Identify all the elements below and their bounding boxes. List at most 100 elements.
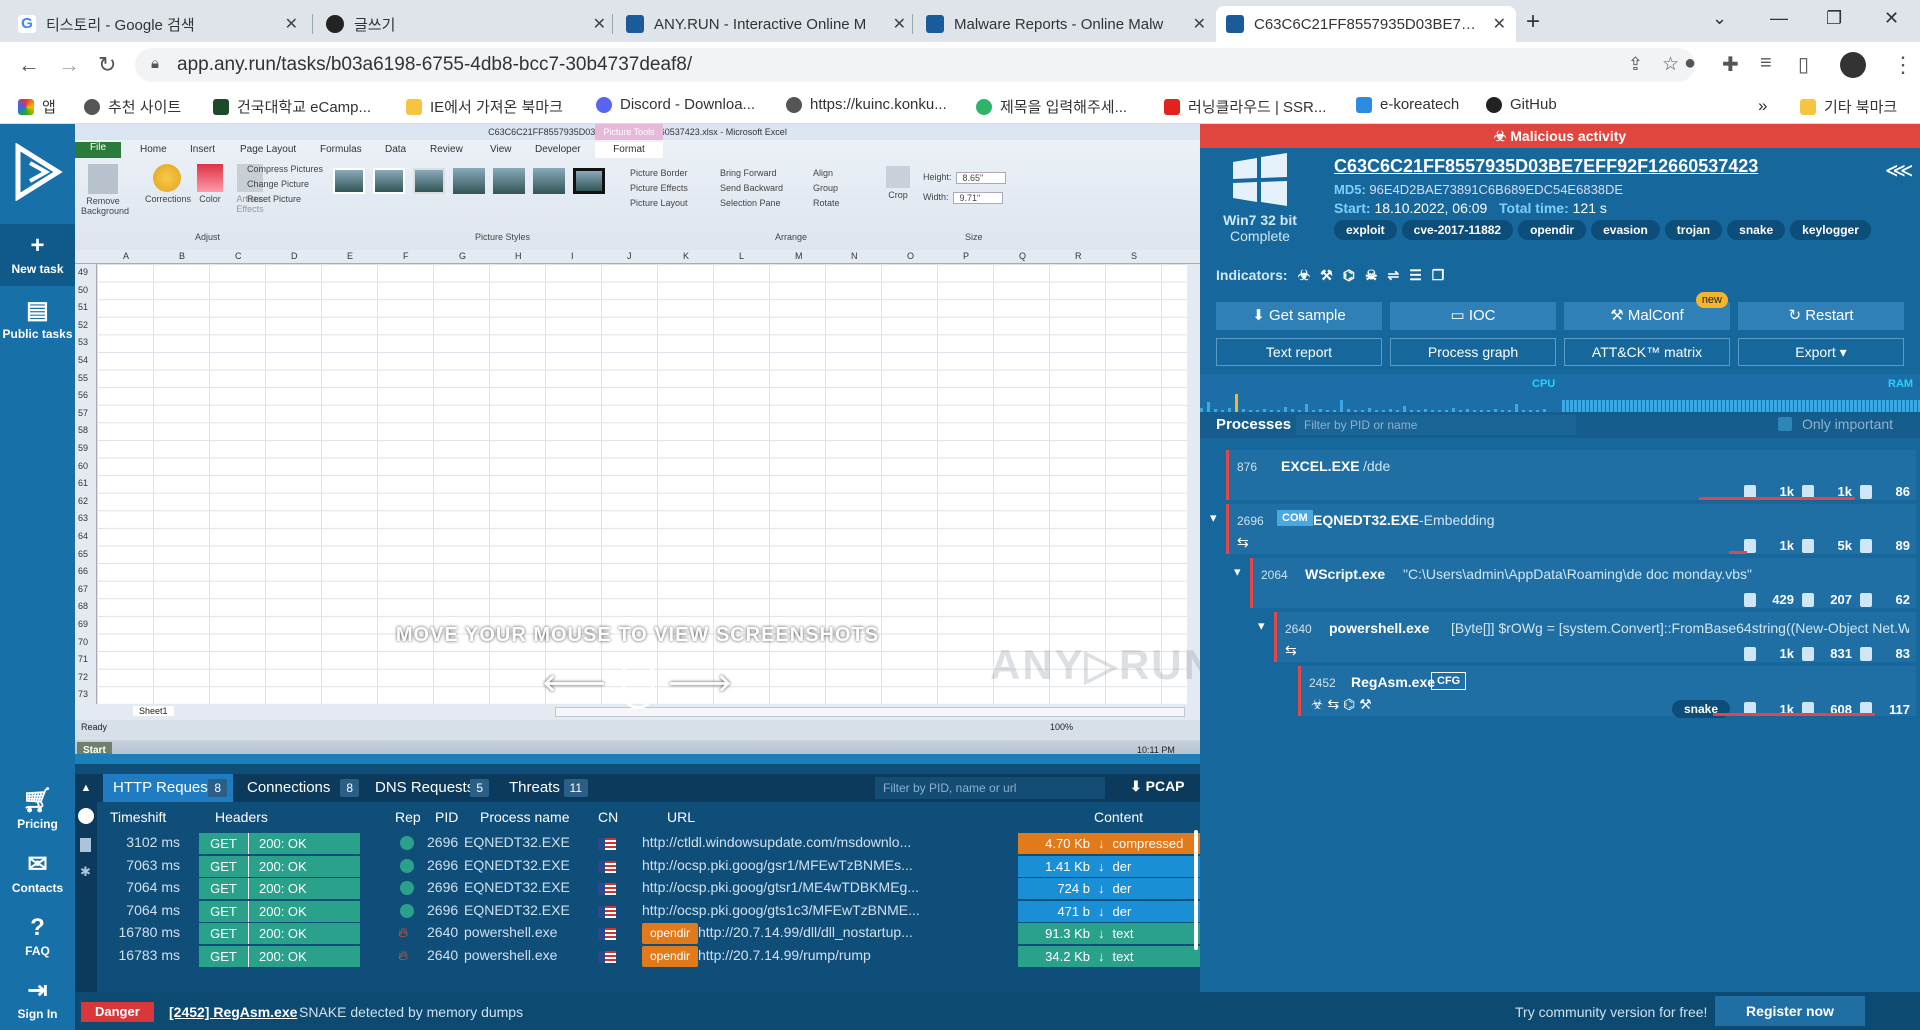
export-button[interactable]: Export ▾ <box>1738 338 1904 366</box>
column-header[interactable]: C <box>235 251 242 261</box>
row-header[interactable]: 53 <box>78 337 88 347</box>
url-input[interactable]: 🔒︎ app.any.run/tasks/b03a6198-6755-4db8-… <box>135 48 1695 82</box>
biohazard-icon[interactable]: ☣ <box>1298 267 1311 284</box>
tab-threats[interactable]: Threats 11 <box>499 774 594 802</box>
share-icon[interactable]: ⇪ <box>1628 54 1643 75</box>
request-url[interactable]: http://20.7.14.99/rump/rump <box>698 947 1005 963</box>
row-header[interactable]: 68 <box>78 601 88 611</box>
restart-button[interactable]: ↻ Restart <box>1738 302 1904 330</box>
browser-tab-anyrun[interactable]: ANY.RUN - Interactive Online M ✕ <box>616 6 916 42</box>
bookmark-item[interactable]: 제목을 입력해주세... <box>976 96 1127 117</box>
bookmark-item[interactable]: 러닝클라우드 | SSR... <box>1164 96 1326 117</box>
menu-data[interactable]: Data <box>385 144 406 155</box>
column-header[interactable]: G <box>459 251 466 261</box>
danger-process-link[interactable]: [2452] RegAsm.exe <box>169 1004 297 1020</box>
row-header[interactable]: 57 <box>78 408 88 418</box>
tag-exploit[interactable]: exploit <box>1334 220 1397 240</box>
column-header[interactable]: F <box>403 251 409 261</box>
column-header[interactable]: P <box>963 251 969 261</box>
remove-background-button[interactable]: Remove Background <box>81 164 129 216</box>
column-header[interactable]: B <box>179 251 185 261</box>
process-filter-input[interactable]: Filter by PID or name <box>1296 415 1576 435</box>
collapse-icon[interactable]: ▲ <box>75 774 97 802</box>
picture-border-button[interactable]: Picture Border <box>630 168 710 178</box>
height-field[interactable]: Height: 8.65" <box>923 172 1063 184</box>
column-header[interactable]: Q <box>1019 251 1026 261</box>
menu-format[interactable]: Format <box>595 142 663 158</box>
request-url[interactable]: http://20.7.14.99/dll/dll_nostartup... <box>698 924 1005 940</box>
back-icon[interactable]: ← <box>18 52 40 78</box>
media-icon[interactable]: ≡ <box>1760 52 1772 75</box>
picture-layout-button[interactable]: Picture Layout <box>630 198 710 208</box>
tree-toggle-icon[interactable]: ▾ <box>1234 564 1241 580</box>
column-header[interactable]: L <box>739 251 744 261</box>
color-button[interactable]: Color <box>193 164 227 204</box>
reload-icon[interactable]: ↻ <box>98 52 116 78</box>
ioc-button[interactable]: ▭ IOC <box>1390 302 1556 330</box>
menu-file[interactable]: File <box>75 142 121 158</box>
tab-dns-requests[interactable]: DNS Requests 5 <box>365 774 495 802</box>
request-url[interactable]: http://ctldl.windowsupdate.com/msdownlo.… <box>642 834 1005 850</box>
bookmark-item[interactable]: 건국대학교 eCamp... <box>213 96 371 117</box>
row-header[interactable]: 67 <box>78 584 88 594</box>
row-header[interactable]: 66 <box>78 566 88 576</box>
tag-cve-2017-11882[interactable]: cve-2017-11882 <box>1401 220 1514 240</box>
network-icon[interactable]: ⇌ <box>1388 267 1400 284</box>
new-tab-button[interactable]: + <box>1526 8 1540 36</box>
browser-tab-malware-reports[interactable]: Malware Reports - Online Malw ✕ <box>916 6 1216 42</box>
align-button[interactable]: Align <box>813 168 873 178</box>
arrow-left-icon[interactable]: 🡐 <box>542 668 607 698</box>
task-hash[interactable]: C63C6C21FF8557935D03BE7EFF92F12660537423 <box>1334 156 1758 177</box>
column-header[interactable]: R <box>1075 251 1082 261</box>
list-icon[interactable]: ☰ <box>1409 267 1422 284</box>
column-header[interactable]: I <box>571 251 574 261</box>
reset-picture-button[interactable]: Reset Picture <box>247 194 337 204</box>
process-graph-button[interactable]: Process graph <box>1390 338 1556 366</box>
send-backward-button[interactable]: Send Backward <box>720 183 805 193</box>
column-header[interactable]: O <box>907 251 914 261</box>
close-icon[interactable]: ✕ <box>1493 14 1506 34</box>
new-task-button[interactable]: + New task <box>0 224 75 286</box>
bookmark-item[interactable]: e-koreatech <box>1356 96 1459 113</box>
column-header[interactable]: K <box>683 251 689 261</box>
contacts-button[interactable]: ✉ Contacts <box>0 850 75 895</box>
dna-icon[interactable]: ⌬ <box>1343 267 1355 284</box>
menu-review[interactable]: Review <box>430 144 463 155</box>
share-icon[interactable]: ⋘ <box>1885 158 1913 183</box>
close-icon[interactable]: ✕ <box>893 14 906 34</box>
copy-icon[interactable]: ❐ <box>1432 267 1445 284</box>
globe-icon[interactable] <box>78 808 94 824</box>
column-header[interactable]: H <box>515 251 522 261</box>
browser-tab-google[interactable]: G 티스토리 - Google 검색 ✕ <box>8 6 308 42</box>
row-header[interactable]: 63 <box>78 513 88 523</box>
tab-http-requests[interactable]: HTTP Requests 8 <box>103 774 233 802</box>
pcap-button[interactable]: ⬇ PCAP <box>1130 778 1185 795</box>
column-header[interactable]: J <box>627 251 632 261</box>
bug-icon[interactable]: ✱ <box>80 864 91 880</box>
process-item[interactable]: 2640 powershell.exe [Byte[]] $rOWg = [syst… <box>1274 612 1916 662</box>
tag-evasion[interactable]: evasion <box>1591 220 1660 240</box>
sidepanel-icon[interactable]: ▯ <box>1798 52 1809 77</box>
only-important-checkbox[interactable] <box>1778 417 1792 431</box>
anyrun-logo[interactable] <box>0 124 75 219</box>
request-url[interactable]: http://ocsp.pki.goog/gtsr1/ME4wTDBKMEg..… <box>642 879 1005 895</box>
row-header[interactable]: 61 <box>78 478 88 488</box>
corrections-button[interactable]: Corrections <box>145 164 191 204</box>
avatar[interactable] <box>1840 52 1866 78</box>
bookmark-item[interactable]: Discord - Downloa... <box>596 96 755 113</box>
tree-toggle-icon[interactable]: ▾ <box>1210 510 1217 526</box>
change-picture-button[interactable]: Change Picture <box>247 179 337 189</box>
bring-forward-button[interactable]: Bring Forward <box>720 168 805 178</box>
close-window-button[interactable]: ✕ <box>1884 8 1899 29</box>
browser-tab-active[interactable]: C63C6C21FF8557935D03BE7EFF ✕ <box>1216 6 1516 42</box>
file-icon[interactable] <box>80 838 91 852</box>
crop-button[interactable]: Crop <box>883 166 913 200</box>
register-button[interactable]: Register now <box>1715 996 1865 1026</box>
picture-styles-gallery[interactable] <box>333 168 605 204</box>
column-header[interactable]: D <box>291 251 298 261</box>
menu-home[interactable]: Home <box>140 144 167 155</box>
forward-icon[interactable]: → <box>58 52 80 78</box>
column-header[interactable]: N <box>851 251 858 261</box>
sign-in-button[interactable]: ⇥ Sign In <box>0 976 75 1021</box>
text-report-button[interactable]: Text report <box>1216 338 1382 366</box>
